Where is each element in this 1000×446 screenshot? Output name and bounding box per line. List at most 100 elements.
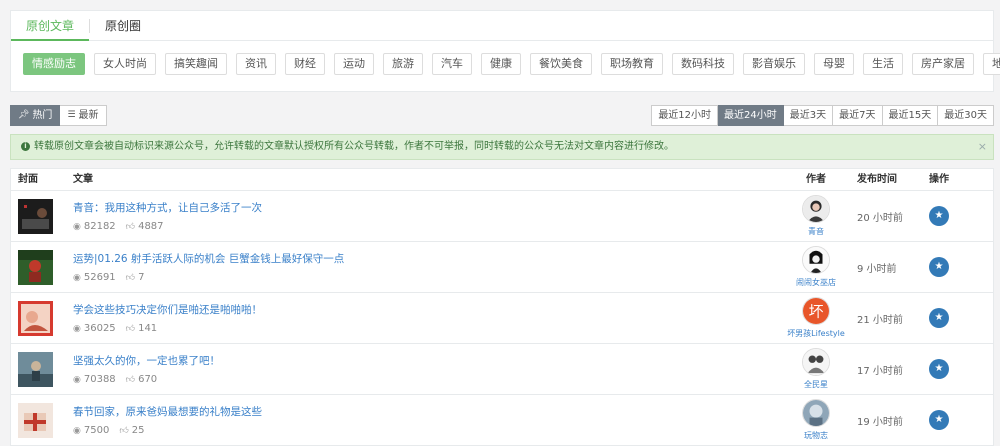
like-count: 4887 — [138, 221, 164, 232]
header-cover: 封面 — [18, 174, 38, 185]
like-count: 141 — [138, 323, 158, 334]
range-30d-button[interactable]: 最近30天 — [938, 105, 994, 126]
table-row: 学会这些技巧决定你们是啪还是啪啪啪！ ◉ 36025 👍︎ 141 坏 坏男孩L… — [11, 293, 993, 344]
table-row: 春节回家，原来爸妈最想要的礼物是这些 ◉ 7500 👍︎ 25 玩物志 19 小… — [11, 395, 993, 446]
range-12h-button[interactable]: 最近12小时 — [651, 105, 719, 126]
avatar[interactable]: 坏 — [802, 297, 830, 325]
cover-image[interactable] — [18, 198, 53, 234]
sort-new-label: 最新 — [78, 110, 99, 121]
info-alert: i 转载原创文章会被自动标识来源公众号，允许转载的文章默认授权所有公众号转载，作者… — [10, 134, 994, 160]
eye-icon: ◉ — [73, 272, 81, 283]
view-count: 70388 — [83, 374, 116, 385]
category-life[interactable]: 生活 — [863, 53, 903, 75]
article-title-link[interactable]: 青音：我用这种方式，让自己多活了一次 — [73, 200, 781, 215]
category-career[interactable]: 职场教育 — [601, 53, 663, 75]
author-name-link[interactable]: 闹闹女巫店 — [796, 277, 836, 288]
thumbs-up-icon: 👍︎ — [125, 374, 136, 385]
article-table: 封面 文章 作者 发布时间 操作 青音：我用这种方式，让自己多活了一次 ◉ 82… — [10, 168, 994, 446]
category-panel: 原创文章 原创圈 情感励志 女人时尚 搞笑趣闻 资讯 财经 运动 旅游 汽车 健… — [10, 10, 1000, 92]
star-button[interactable]: ★ — [929, 359, 949, 379]
cover-image[interactable] — [18, 249, 53, 285]
cover-image[interactable] — [18, 351, 53, 387]
category-emotion[interactable]: 情感励志 — [23, 53, 85, 75]
sort-toggle: 📌︎ 热门 ☰ 最新 — [10, 105, 107, 126]
avatar[interactable] — [802, 246, 830, 274]
list-icon: ☰ — [67, 110, 76, 120]
category-sports[interactable]: 运动 — [334, 53, 374, 75]
category-list: 情感励志 女人时尚 搞笑趣闻 资讯 财经 运动 旅游 汽车 健康 餐饮美食 职场… — [11, 41, 1000, 75]
sort-new-button[interactable]: ☰ 最新 — [60, 105, 107, 126]
range-3d-button[interactable]: 最近3天 — [783, 105, 834, 126]
range-24h-button[interactable]: 最近24小时 — [718, 105, 784, 126]
sort-hot-label: 热门 — [32, 110, 53, 121]
article-title-link[interactable]: 运势|01.26 射手活跃人际的机会 巨蟹金钱上最好保守一点 — [73, 251, 781, 266]
category-entertainment[interactable]: 影音娱乐 — [743, 53, 805, 75]
view-count: 7500 — [83, 425, 110, 436]
header-action: 操作 — [929, 174, 949, 185]
table-row: 运势|01.26 射手活跃人际的机会 巨蟹金钱上最好保守一点 ◉ 52691 👍… — [11, 242, 993, 293]
category-fashion[interactable]: 女人时尚 — [94, 53, 156, 75]
publish-time: 9 小时前 — [857, 263, 897, 275]
publish-time: 20 小时前 — [857, 212, 903, 224]
category-local[interactable]: 地方 — [983, 53, 1000, 75]
range-7d-button[interactable]: 最近7天 — [833, 105, 883, 126]
publish-time: 17 小时前 — [857, 365, 903, 377]
view-count: 82182 — [83, 221, 116, 232]
table-row: 坚强太久的你，一定也累了吧！ ◉ 70388 👍︎ 670 全民星 17 小时前… — [11, 344, 993, 395]
eye-icon: ◉ — [73, 425, 81, 436]
header-article: 文章 — [73, 174, 93, 185]
publish-time: 21 小时前 — [857, 314, 903, 326]
avatar[interactable] — [802, 399, 830, 427]
category-funny[interactable]: 搞笑趣闻 — [165, 53, 227, 75]
avatar[interactable] — [802, 348, 830, 376]
cover-image[interactable] — [18, 300, 53, 336]
header-time: 发布时间 — [857, 174, 897, 185]
close-icon[interactable]: × — [978, 135, 987, 159]
view-count: 52691 — [83, 272, 116, 283]
article-tabs: 原创文章 原创圈 — [11, 11, 993, 41]
thumbs-up-icon: 👍︎ — [125, 323, 136, 334]
info-icon: i — [21, 141, 30, 151]
eye-icon: ◉ — [73, 374, 81, 385]
category-food[interactable]: 餐饮美食 — [530, 53, 592, 75]
like-count: 670 — [138, 374, 158, 385]
thumbs-up-icon: 👍︎ — [119, 425, 129, 436]
category-tech[interactable]: 数码科技 — [672, 53, 734, 75]
author-name-link[interactable]: 全民星 — [804, 379, 828, 390]
tab-original-articles[interactable]: 原创文章 — [11, 11, 90, 41]
header-author: 作者 — [806, 174, 826, 185]
table-row: 青音：我用这种方式，让自己多活了一次 ◉ 82182 👍︎ 4887 青音 20… — [11, 191, 993, 242]
article-title-link[interactable]: 学会这些技巧决定你们是啪还是啪啪啪！ — [73, 302, 781, 317]
thumbtack-icon: 📌︎ — [18, 110, 30, 120]
time-range-toggle: 最近12小时 最近24小时 最近3天 最近7天 最近15天 最近30天 — [651, 105, 994, 126]
author-name-link[interactable]: 玩物志 — [804, 430, 828, 441]
category-auto[interactable]: 汽车 — [432, 53, 472, 75]
eye-icon: ◉ — [73, 323, 81, 334]
category-travel[interactable]: 旅游 — [383, 53, 423, 75]
thumbs-up-icon: 👍︎ — [125, 221, 136, 232]
star-button[interactable]: ★ — [929, 257, 949, 277]
like-count: 25 — [131, 425, 145, 436]
author-name-link[interactable]: 青音 — [808, 226, 824, 237]
category-health[interactable]: 健康 — [481, 53, 521, 75]
sort-hot-button[interactable]: 📌︎ 热门 — [10, 105, 61, 126]
like-count: 7 — [138, 272, 145, 283]
category-finance[interactable]: 财经 — [285, 53, 325, 75]
eye-icon: ◉ — [73, 221, 81, 232]
star-button[interactable]: ★ — [929, 308, 949, 328]
tab-original-circle[interactable]: 原创圈 — [90, 11, 156, 41]
svg-text:坏: 坏 — [809, 303, 824, 321]
category-home[interactable]: 房产家居 — [912, 53, 974, 75]
article-title-link[interactable]: 坚强太久的你，一定也累了吧！ — [73, 353, 781, 368]
avatar[interactable] — [802, 195, 830, 223]
category-news[interactable]: 资讯 — [236, 53, 276, 75]
publish-time: 19 小时前 — [857, 416, 903, 428]
star-button[interactable]: ★ — [929, 410, 949, 430]
article-title-link[interactable]: 春节回家，原来爸妈最想要的礼物是这些 — [73, 404, 781, 419]
range-15d-button[interactable]: 最近15天 — [882, 105, 939, 126]
table-header: 封面 文章 作者 发布时间 操作 — [11, 169, 993, 191]
cover-image[interactable] — [18, 402, 53, 438]
author-name-link[interactable]: 坏男孩Lifestyle — [787, 328, 845, 339]
star-button[interactable]: ★ — [929, 206, 949, 226]
category-parenting[interactable]: 母婴 — [814, 53, 854, 75]
